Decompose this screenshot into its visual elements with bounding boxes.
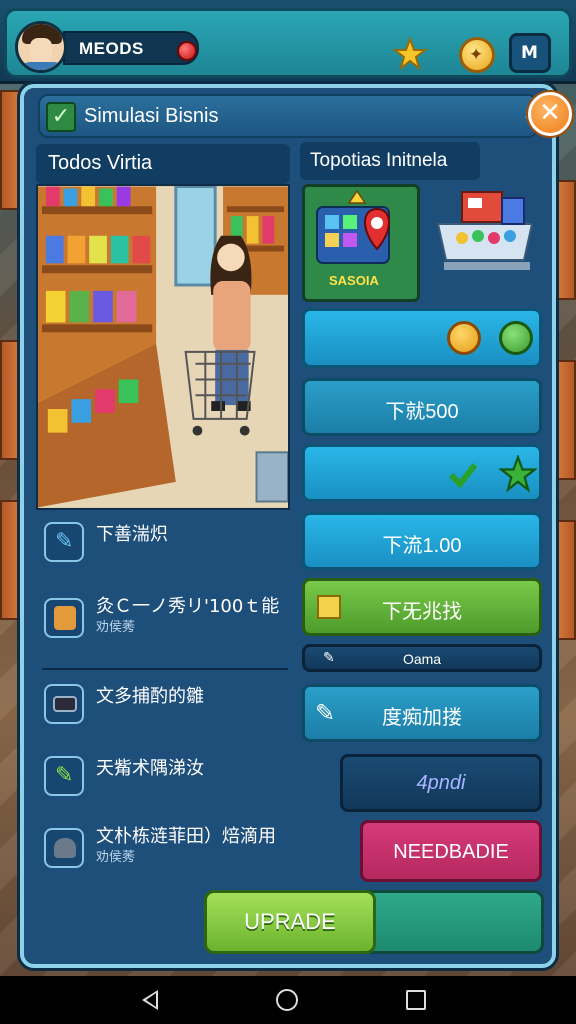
gear-icon bbox=[499, 321, 533, 355]
helmet-icon bbox=[44, 828, 84, 868]
shelf-right-3 bbox=[554, 520, 576, 640]
green-action-label: 下旡兆找 bbox=[382, 601, 462, 623]
back-icon-inner bbox=[146, 993, 156, 1007]
checkmark-icon bbox=[448, 463, 478, 489]
needbadie-button[interactable]: NEEDBADIE bbox=[360, 820, 542, 882]
small-info-bar[interactable]: ✎ Oama bbox=[302, 644, 542, 672]
list-divider bbox=[42, 668, 288, 670]
right-section-heading: Topotias Initnela bbox=[300, 142, 480, 180]
list-item-1[interactable]: ✎ 下善湍炽 bbox=[36, 512, 298, 576]
top-bar-inner: MEODS ✦ M bbox=[4, 8, 572, 78]
list-item-4-title: 天觜术隅涕汝 bbox=[96, 758, 204, 779]
upgrade-option-button-1[interactable] bbox=[302, 308, 542, 368]
shelf-right-1 bbox=[554, 180, 576, 300]
star-icon[interactable] bbox=[393, 37, 427, 71]
close-icon: ✕ bbox=[539, 98, 561, 128]
basket-icon bbox=[44, 598, 84, 638]
feature-card-map[interactable]: SASOIA bbox=[302, 184, 420, 302]
list-item-5[interactable]: 文朴栋涟菲田）焙滴用 劝侯莠 bbox=[36, 818, 298, 882]
feature-card-label: SASOIA bbox=[329, 273, 379, 288]
list-item-3-title: 文多捕酌的雛 bbox=[96, 686, 204, 707]
player-avatar[interactable] bbox=[15, 21, 67, 73]
green-star-icon bbox=[499, 455, 537, 493]
menu-button[interactable]: M bbox=[509, 33, 551, 73]
list-item-3[interactable]: 文多捕酌的雛 bbox=[36, 674, 298, 738]
green-action-button[interactable]: 下旡兆找 bbox=[302, 578, 542, 636]
system-nav-bar bbox=[0, 976, 576, 1024]
game-screen: MEODS ✦ M ✓ Simulasi Bisnis Todos Virtia… bbox=[0, 0, 576, 1024]
left-heading-text: Todos Virtia bbox=[48, 152, 153, 174]
price-label-2: 下流1.00 bbox=[382, 535, 462, 557]
store-illustration bbox=[36, 184, 290, 510]
price-button-100[interactable]: 下流1.00 bbox=[302, 512, 542, 570]
marker-icon: ✎ bbox=[44, 756, 84, 796]
business-panel: ✓ Simulasi Bisnis Todos Virtia Topotias … bbox=[20, 84, 572, 968]
upgrade-button[interactable]: UPRADE bbox=[204, 890, 376, 954]
coin-icon[interactable]: ✦ bbox=[459, 37, 495, 73]
home-icon[interactable] bbox=[276, 989, 298, 1011]
panel-title: Simulasi Bisnis bbox=[84, 105, 219, 127]
notification-dot-icon[interactable] bbox=[177, 41, 197, 61]
list-item-2-title: 灸Ｃ一ノ秀リ'100ｔ能 bbox=[96, 596, 280, 617]
amount-value: 4pndi bbox=[416, 772, 466, 794]
menu-label: M bbox=[521, 43, 538, 63]
list-item-2[interactable]: 灸Ｃ一ノ秀リ'100ｔ能 劝侯莠 bbox=[36, 588, 298, 652]
shelf-right-2 bbox=[554, 360, 576, 480]
map-pin-icon bbox=[316, 189, 390, 264]
top-bar: MEODS ✦ M bbox=[0, 0, 576, 84]
shelf-left-2 bbox=[0, 340, 22, 460]
small-info-label: Oama bbox=[402, 651, 442, 667]
pen-icon: ✎ bbox=[44, 522, 84, 562]
shop-counter-icon[interactable] bbox=[432, 184, 542, 294]
list-item-4[interactable]: ✎ 天觜术隅涕汝 bbox=[36, 746, 298, 810]
close-button[interactable]: ✕ bbox=[528, 92, 572, 136]
avatar-face bbox=[30, 38, 52, 64]
action-button-4[interactable]: ✎ 度痴加搂 bbox=[302, 684, 542, 742]
recent-apps-icon[interactable] bbox=[406, 990, 426, 1010]
check-icon[interactable]: ✓ bbox=[46, 102, 76, 132]
panel-header: ✓ Simulasi Bisnis bbox=[38, 94, 545, 138]
avatar-shirt bbox=[20, 62, 64, 70]
shelf-left-1 bbox=[0, 90, 22, 210]
confirm-button[interactable] bbox=[302, 444, 542, 502]
player-name: MEODS bbox=[79, 39, 144, 58]
needbadie-label: NEEDBADIE bbox=[393, 841, 509, 863]
left-section-heading: Todos Virtia bbox=[36, 144, 290, 184]
camera-icon bbox=[44, 684, 84, 724]
list-item-5-title: 文朴栋涟菲田）焙滴用 bbox=[96, 826, 276, 847]
list-item-1-title: 下善湍炽 bbox=[96, 524, 168, 545]
action-4-label: 度痴加搂 bbox=[382, 707, 462, 729]
list-item-2-subtitle: 劝侯莠 bbox=[96, 620, 136, 635]
right-heading-text: Topotias Initnela bbox=[310, 150, 448, 171]
coin-glyph: ✦ bbox=[469, 45, 484, 65]
upgrade-label: UPRADE bbox=[244, 909, 336, 934]
shelf-left-3 bbox=[0, 500, 22, 620]
coin-icon bbox=[447, 321, 481, 355]
price-label-1: 下就500 bbox=[385, 401, 459, 423]
list-item-5-subtitle: 劝侯莠 bbox=[96, 850, 136, 865]
amount-field[interactable]: 4pndi bbox=[340, 754, 542, 812]
price-button-500[interactable]: 下就500 bbox=[302, 378, 542, 436]
